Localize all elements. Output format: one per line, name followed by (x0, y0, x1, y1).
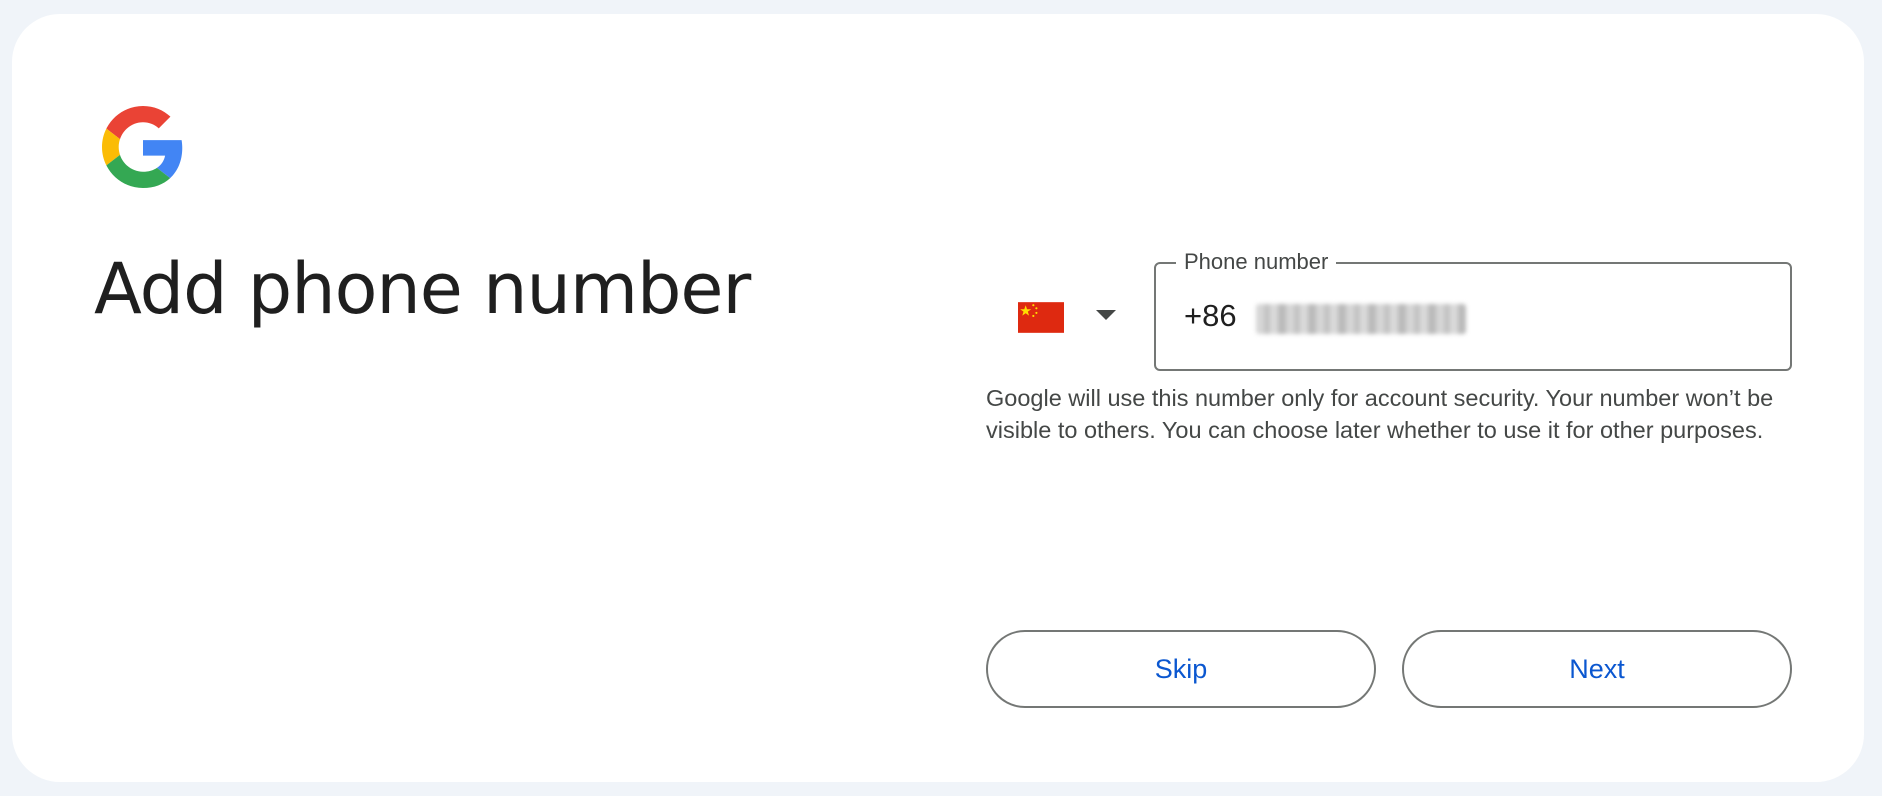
country-selector[interactable] (1008, 280, 1158, 360)
skip-button[interactable]: Skip (986, 630, 1376, 708)
phone-number-field[interactable]: Phone number +86 (1154, 249, 1792, 371)
phone-number-label: Phone number (1176, 249, 1337, 275)
helper-text: Google will use this number only for acc… (986, 385, 1774, 443)
caret-down-icon (1096, 310, 1116, 320)
google-logo-icon (102, 106, 183, 188)
page-title: Add phone number (94, 248, 751, 330)
redacted-phone-digits (1256, 304, 1466, 334)
country-code: +86 (1184, 298, 1237, 333)
china-flag-icon (1018, 302, 1064, 333)
next-button[interactable]: Next (1402, 630, 1792, 708)
